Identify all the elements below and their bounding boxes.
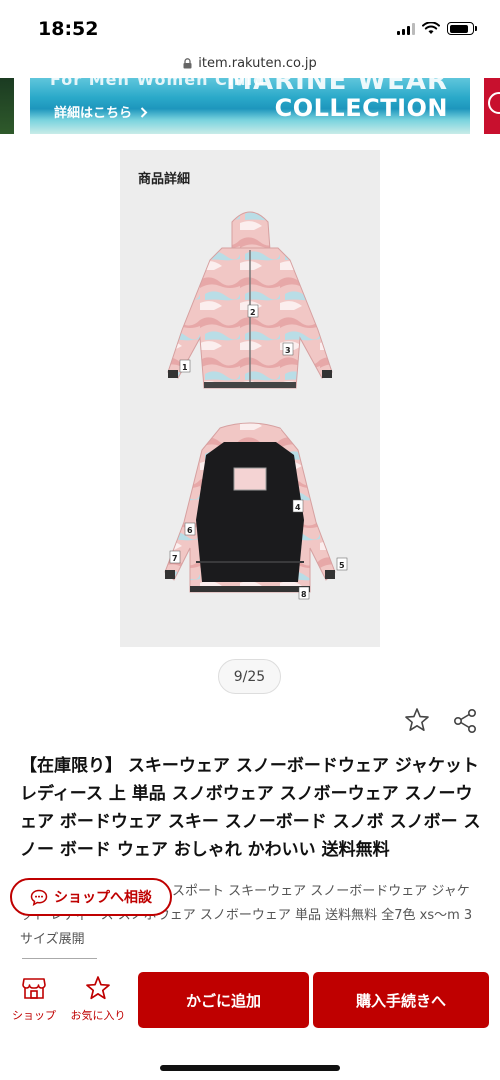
- marker-2: 2: [250, 308, 256, 317]
- shop-consult-label: ショップへ相談: [54, 890, 152, 906]
- marker-7: 7: [172, 554, 178, 563]
- status-bar: 18:52: [0, 0, 500, 50]
- shop-nav-button[interactable]: ショップ: [8, 975, 60, 1025]
- status-time: 18:52: [38, 18, 99, 40]
- chevron-right-icon: [140, 107, 147, 118]
- banner-details-link[interactable]: 詳細はこちら: [54, 102, 148, 121]
- marker-6: 6: [187, 526, 193, 535]
- jacket-inside-view: [164, 422, 336, 593]
- lock-icon: [183, 57, 192, 68]
- banner-headline-line2: COLLECTION: [274, 94, 448, 122]
- checkout-button[interactable]: 購入手続きへ: [313, 972, 489, 1028]
- image-counter: 9/25: [218, 659, 281, 694]
- product-image-gallery[interactable]: 商品詳細 1 2 3 4 5 6 7 8: [120, 150, 380, 647]
- banner-carousel[interactable]: For Men Women Child MARINE WEAR COLLECTI…: [0, 78, 500, 134]
- wifi-icon: [422, 22, 440, 34]
- marker-3: 3: [285, 346, 291, 355]
- image-counter-text: 9/25: [233, 668, 266, 685]
- banner-link-label: 詳細はこちら: [54, 106, 133, 121]
- chat-bubble-icon: [30, 889, 48, 906]
- status-icons: [397, 22, 477, 35]
- signal-icon: [397, 22, 415, 35]
- url-text: item.rakuten.co.jp: [198, 55, 317, 71]
- product-title: 【在庫限り】 スキーウェア スノーボードウェア ジャケット レディース 上 単品…: [20, 756, 481, 860]
- banner-prev-slide[interactable]: [0, 78, 14, 134]
- jacket-illustration: 1 2 3 4 5 6 7 8: [164, 211, 348, 600]
- jacket-front-view: [167, 211, 333, 389]
- address-bar[interactable]: item.rakuten.co.jp: [0, 52, 500, 74]
- checkout-label: 購入手続きへ: [355, 991, 446, 1010]
- shop-consult-button[interactable]: ショップへ相談: [10, 878, 172, 916]
- shop-icon: [22, 978, 46, 999]
- banner-next-slide[interactable]: [484, 78, 500, 134]
- marker-4: 4: [295, 503, 301, 512]
- favorite-star-icon[interactable]: [403, 706, 431, 734]
- marine-wear-banner[interactable]: For Men Women Child MARINE WEAR COLLECTI…: [30, 78, 470, 134]
- star-icon: [86, 976, 110, 1000]
- marker-5: 5: [339, 561, 345, 570]
- share-icon[interactable]: [451, 707, 479, 735]
- add-to-cart-button[interactable]: かごに追加: [138, 972, 309, 1028]
- battery-icon: [447, 22, 477, 35]
- favorite-nav-label: お気に入り: [70, 1009, 126, 1022]
- home-indicator[interactable]: [160, 1065, 340, 1071]
- marker-8: 8: [301, 590, 307, 599]
- divider: [22, 958, 97, 959]
- favorite-nav-button[interactable]: お気に入り: [66, 975, 130, 1025]
- marker-1: 1: [182, 363, 188, 372]
- add-to-cart-label: かごに追加: [185, 991, 261, 1010]
- shop-nav-label: ショップ: [12, 1009, 56, 1022]
